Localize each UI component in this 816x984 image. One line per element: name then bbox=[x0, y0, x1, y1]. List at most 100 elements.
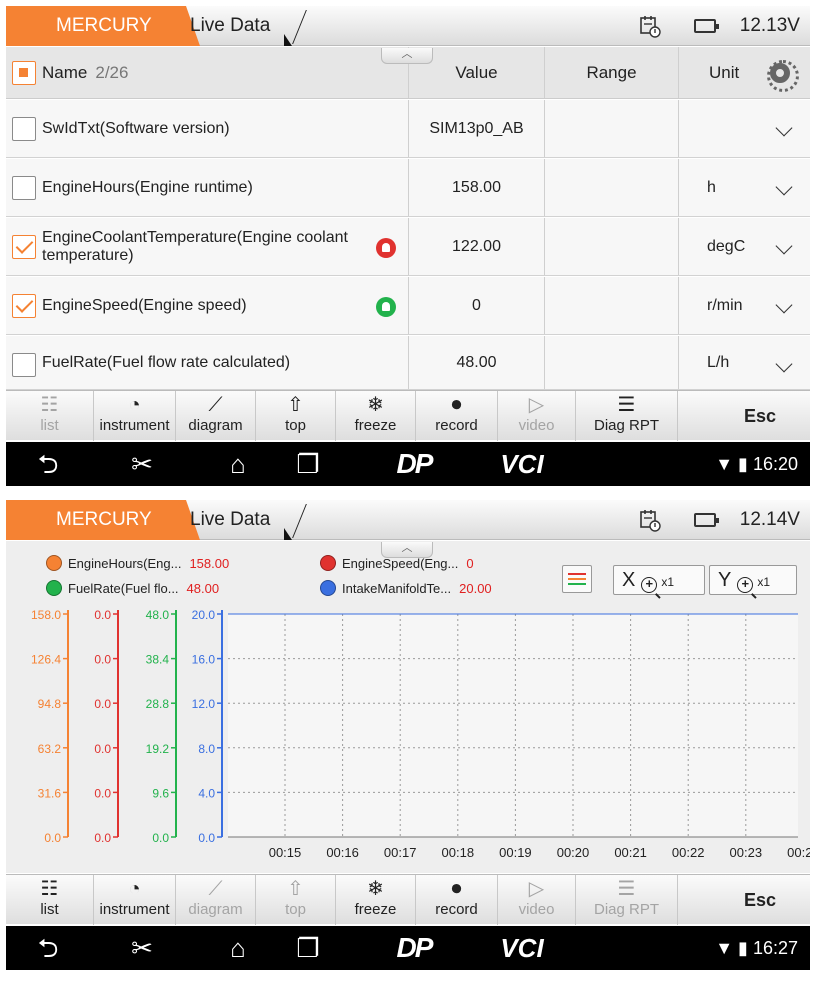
list-button[interactable]: ☷ list bbox=[6, 391, 94, 441]
y-tick-label: 20.0 bbox=[192, 608, 216, 622]
diag-rpt-button[interactable]: ☰ Diag RPT bbox=[576, 391, 678, 441]
row-range bbox=[544, 336, 678, 389]
y-tick-label: 0.0 bbox=[94, 697, 111, 711]
snowflake-icon: ❄ bbox=[367, 878, 384, 900]
x-tick-label: 00:24 bbox=[787, 845, 810, 860]
vci-icon[interactable]: VCI bbox=[482, 442, 562, 486]
y-tick-label: 28.8 bbox=[146, 697, 170, 711]
title-bar: MERCURY Live Data 12.13V bbox=[6, 6, 810, 46]
live-data-tab[interactable]: Live Data bbox=[186, 500, 296, 540]
android-nav-bar: ⮌ ✂ ⌂ ❐ DP VCI ▼ ▮ 16:27 bbox=[6, 926, 810, 970]
y-tick-label: 0.0 bbox=[94, 653, 111, 667]
top-button[interactable]: ⇧ top bbox=[256, 391, 336, 441]
x-tick-label: 00:15 bbox=[269, 845, 302, 860]
diag-rpt-button[interactable]: ☰ Diag RPT bbox=[576, 875, 678, 925]
y-tick-label: 8.0 bbox=[198, 742, 215, 756]
x-tick-label: 00:16 bbox=[326, 845, 359, 860]
row-range bbox=[544, 277, 678, 334]
report-icon: ☰ bbox=[617, 394, 636, 416]
table-row[interactable]: FuelRate(Fuel flow rate calculated) 48.00… bbox=[6, 336, 810, 390]
live-data-graph[interactable]: 00:15 00:16 00:17 00:18 00:19 00:20 00:21 00:22… bbox=[6, 541, 810, 873]
diag-calendar-icon[interactable] bbox=[638, 508, 662, 532]
diag-calendar-icon[interactable] bbox=[638, 14, 662, 38]
alarm-light-icon bbox=[376, 297, 396, 317]
move-top-icon: ⇧ bbox=[287, 878, 304, 900]
row-name: EngineCoolantTemperature(Engine coolant … bbox=[42, 228, 348, 264]
y-tick-label: 0.0 bbox=[44, 831, 61, 845]
x-tick-label: 00:20 bbox=[557, 845, 590, 860]
play-icon: ▷ bbox=[528, 878, 545, 900]
dp-app-icon[interactable]: DP bbox=[374, 442, 454, 486]
settings-gear-icon[interactable] bbox=[767, 60, 799, 92]
y-tick-label: 0.0 bbox=[94, 831, 111, 845]
table-row[interactable]: EngineCoolantTemperature(Engine coolant … bbox=[6, 218, 810, 276]
scissors-icon[interactable]: ✂ bbox=[112, 442, 172, 486]
y-tick-label: 158.0 bbox=[31, 608, 61, 622]
battery-voltage: 12.13V bbox=[739, 15, 800, 36]
row-value: 122.00 bbox=[408, 218, 544, 275]
row-name: SwIdTxt(Software version) bbox=[42, 119, 230, 137]
home-icon[interactable]: ⌂ bbox=[208, 926, 268, 970]
gauge-icon: ◔ bbox=[128, 394, 141, 416]
table-row[interactable]: EngineSpeed(Engine speed) 0 r/min bbox=[6, 277, 810, 335]
esc-button[interactable]: Esc bbox=[710, 875, 810, 925]
live-data-tab[interactable]: Live Data bbox=[186, 6, 296, 46]
collapse-handle[interactable]: ︿ bbox=[381, 48, 433, 64]
y-tick-label: 0.0 bbox=[94, 742, 111, 756]
battery-icon bbox=[694, 19, 719, 33]
alarm-light-icon bbox=[376, 238, 396, 258]
battery-voltage: 12.14V bbox=[739, 509, 800, 530]
vci-icon[interactable]: VCI bbox=[482, 926, 562, 970]
freeze-button[interactable]: ❄ freeze bbox=[336, 391, 416, 441]
row-value: SIM13p0_AB bbox=[408, 100, 544, 157]
line-chart-icon: ⟋ bbox=[208, 878, 223, 900]
record-button[interactable]: ⏺ record bbox=[416, 391, 498, 441]
y-tick-label: 16.0 bbox=[192, 653, 216, 667]
video-button[interactable]: ▷ video bbox=[498, 875, 576, 925]
plot-background bbox=[228, 614, 798, 837]
video-camera-icon: ⏺ bbox=[451, 394, 462, 416]
home-icon[interactable]: ⌂ bbox=[208, 442, 268, 486]
table-row[interactable]: SwIdTxt(Software version) SIM13p0_AB bbox=[6, 100, 810, 158]
y-tick-label: 0.0 bbox=[94, 608, 111, 622]
function-toolbar: ☷ list ◔ instrument ⟋ diagram ⇧ top ❄ freeze … bbox=[6, 874, 810, 925]
table-row[interactable]: EngineHours(Engine runtime) 158.00 h bbox=[6, 159, 810, 217]
y-tick-label: 126.4 bbox=[31, 653, 61, 667]
instrument-button[interactable]: ◔ instrument bbox=[94, 875, 176, 925]
recent-apps-icon[interactable]: ❐ bbox=[278, 926, 338, 970]
top-button[interactable]: ⇧ top bbox=[256, 875, 336, 925]
esc-button[interactable]: Esc bbox=[710, 391, 810, 441]
back-icon[interactable]: ⮌ bbox=[18, 442, 78, 486]
brand-tab[interactable]: MERCURY bbox=[6, 6, 200, 46]
row-value: 48.00 bbox=[408, 336, 544, 389]
scissors-icon[interactable]: ✂ bbox=[112, 926, 172, 970]
name-column-header: Name bbox=[42, 62, 88, 82]
y-tick-label: 0.0 bbox=[198, 831, 215, 845]
title-bar: MERCURY Live Data 12.14V bbox=[6, 500, 810, 540]
dp-app-icon[interactable]: DP bbox=[374, 926, 454, 970]
diagram-button[interactable]: ⟋ diagram bbox=[176, 391, 256, 441]
snowflake-icon: ❄ bbox=[367, 394, 384, 416]
move-top-icon: ⇧ bbox=[287, 394, 304, 416]
back-icon[interactable]: ⮌ bbox=[18, 926, 78, 970]
sim-icon: ▮ bbox=[738, 938, 748, 958]
diagram-button[interactable]: ⟋ diagram bbox=[176, 875, 256, 925]
record-button[interactable]: ⏺ record bbox=[416, 875, 498, 925]
list-button[interactable]: ☷ list bbox=[6, 875, 94, 925]
video-button[interactable]: ▷ video bbox=[498, 391, 576, 441]
row-name: EngineHours(Engine runtime) bbox=[42, 178, 253, 196]
freeze-button[interactable]: ❄ freeze bbox=[336, 875, 416, 925]
y-tick-label: 0.0 bbox=[152, 831, 169, 845]
row-value: 158.00 bbox=[408, 159, 544, 216]
clock-time: 16:20 bbox=[752, 454, 798, 474]
clock-time: 16:27 bbox=[752, 938, 798, 958]
range-column-header: Range bbox=[544, 47, 678, 98]
brand-tab[interactable]: MERCURY bbox=[6, 500, 200, 540]
x-tick-label: 00:22 bbox=[672, 845, 705, 860]
instrument-button[interactable]: ◔ instrument bbox=[94, 391, 176, 441]
recent-apps-icon[interactable]: ❐ bbox=[278, 442, 338, 486]
x-tick-label: 00:17 bbox=[384, 845, 417, 860]
play-icon: ▷ bbox=[528, 394, 545, 416]
video-camera-icon: ⏺ bbox=[451, 878, 462, 900]
row-range bbox=[544, 159, 678, 216]
